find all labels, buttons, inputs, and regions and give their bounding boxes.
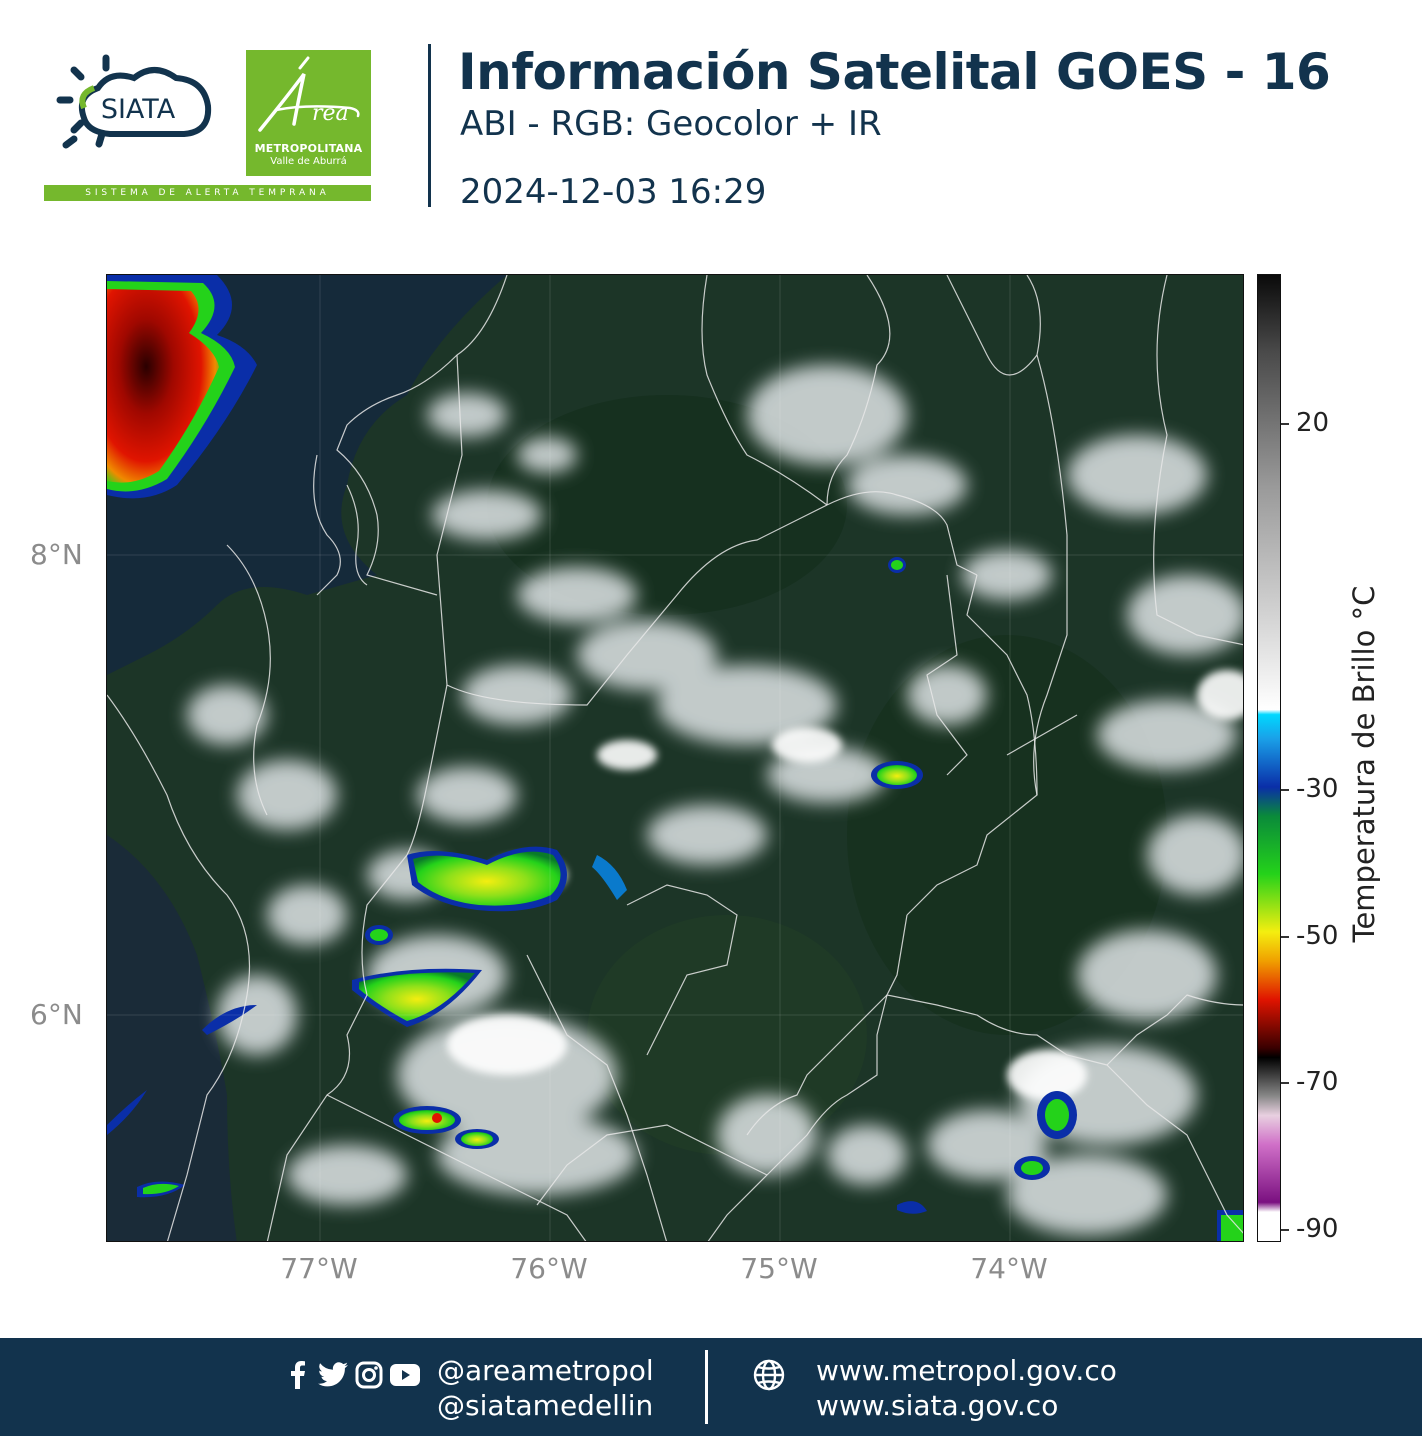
handle-areametropol[interactable]: @areametropol	[437, 1354, 654, 1387]
colorbar-label-minus50: -50	[1296, 921, 1339, 951]
url-siata[interactable]: www.siata.gov.co	[816, 1389, 1058, 1422]
siata-logo-text: SIATA	[101, 94, 176, 125]
twitter-icon[interactable]	[318, 1360, 348, 1390]
social-icons	[282, 1360, 420, 1390]
colorbar-tick	[1281, 423, 1289, 425]
siata-logo: SIATA	[56, 54, 212, 149]
colorbar-label-minus90: -90	[1296, 1214, 1339, 1244]
colorbar	[1257, 274, 1281, 1242]
image-timestamp: 2024-12-03 16:29	[460, 172, 767, 212]
colorbar-tick	[1281, 936, 1289, 938]
lon-label-77w: 77°W	[280, 1252, 358, 1285]
footer-divider	[705, 1350, 708, 1424]
colorbar-title: Temperatura de Brillo °C	[1347, 585, 1381, 943]
lon-label-76w: 76°W	[510, 1252, 588, 1285]
area-metropolitana-logo: rea METROPOLITANA Valle de Aburrá	[246, 50, 371, 176]
area-logo-line1: METROPOLITANA	[254, 142, 363, 155]
globe-icon	[753, 1359, 785, 1391]
lat-label-8n: 8°N	[30, 538, 83, 571]
area-logo-line2: Valle de Aburrá	[270, 156, 347, 167]
colorbar-label-20: 20	[1296, 408, 1330, 438]
lon-label-74w: 74°W	[970, 1252, 1048, 1285]
lat-label-6n: 6°N	[30, 998, 83, 1031]
lon-label-75w: 75°W	[740, 1252, 818, 1285]
colorbar-tick	[1281, 789, 1289, 791]
svg-text:rea: rea	[312, 101, 349, 126]
colorbar-label-minus70: -70	[1296, 1067, 1339, 1097]
header-divider	[428, 44, 431, 207]
youtube-icon[interactable]	[390, 1360, 420, 1390]
handle-siatamedellin[interactable]: @siatamedellin	[437, 1389, 653, 1422]
colorbar-tick	[1281, 1082, 1289, 1084]
satellite-map[interactable]	[106, 274, 1244, 1242]
satellite-imagery	[107, 275, 1243, 1241]
page-title: Información Satelital GOES - 16	[458, 43, 1331, 101]
colorbar-tick	[1281, 1229, 1289, 1231]
siata-tagline: SISTEMA DE ALERTA TEMPRANA	[44, 185, 371, 201]
facebook-icon[interactable]	[282, 1360, 312, 1390]
url-metropol[interactable]: www.metropol.gov.co	[816, 1354, 1117, 1387]
instagram-icon[interactable]	[354, 1360, 384, 1390]
page-subtitle: ABI - RGB: Geocolor + IR	[460, 104, 882, 144]
footer	[0, 1338, 1422, 1436]
colorbar-label-minus30: -30	[1296, 774, 1339, 804]
